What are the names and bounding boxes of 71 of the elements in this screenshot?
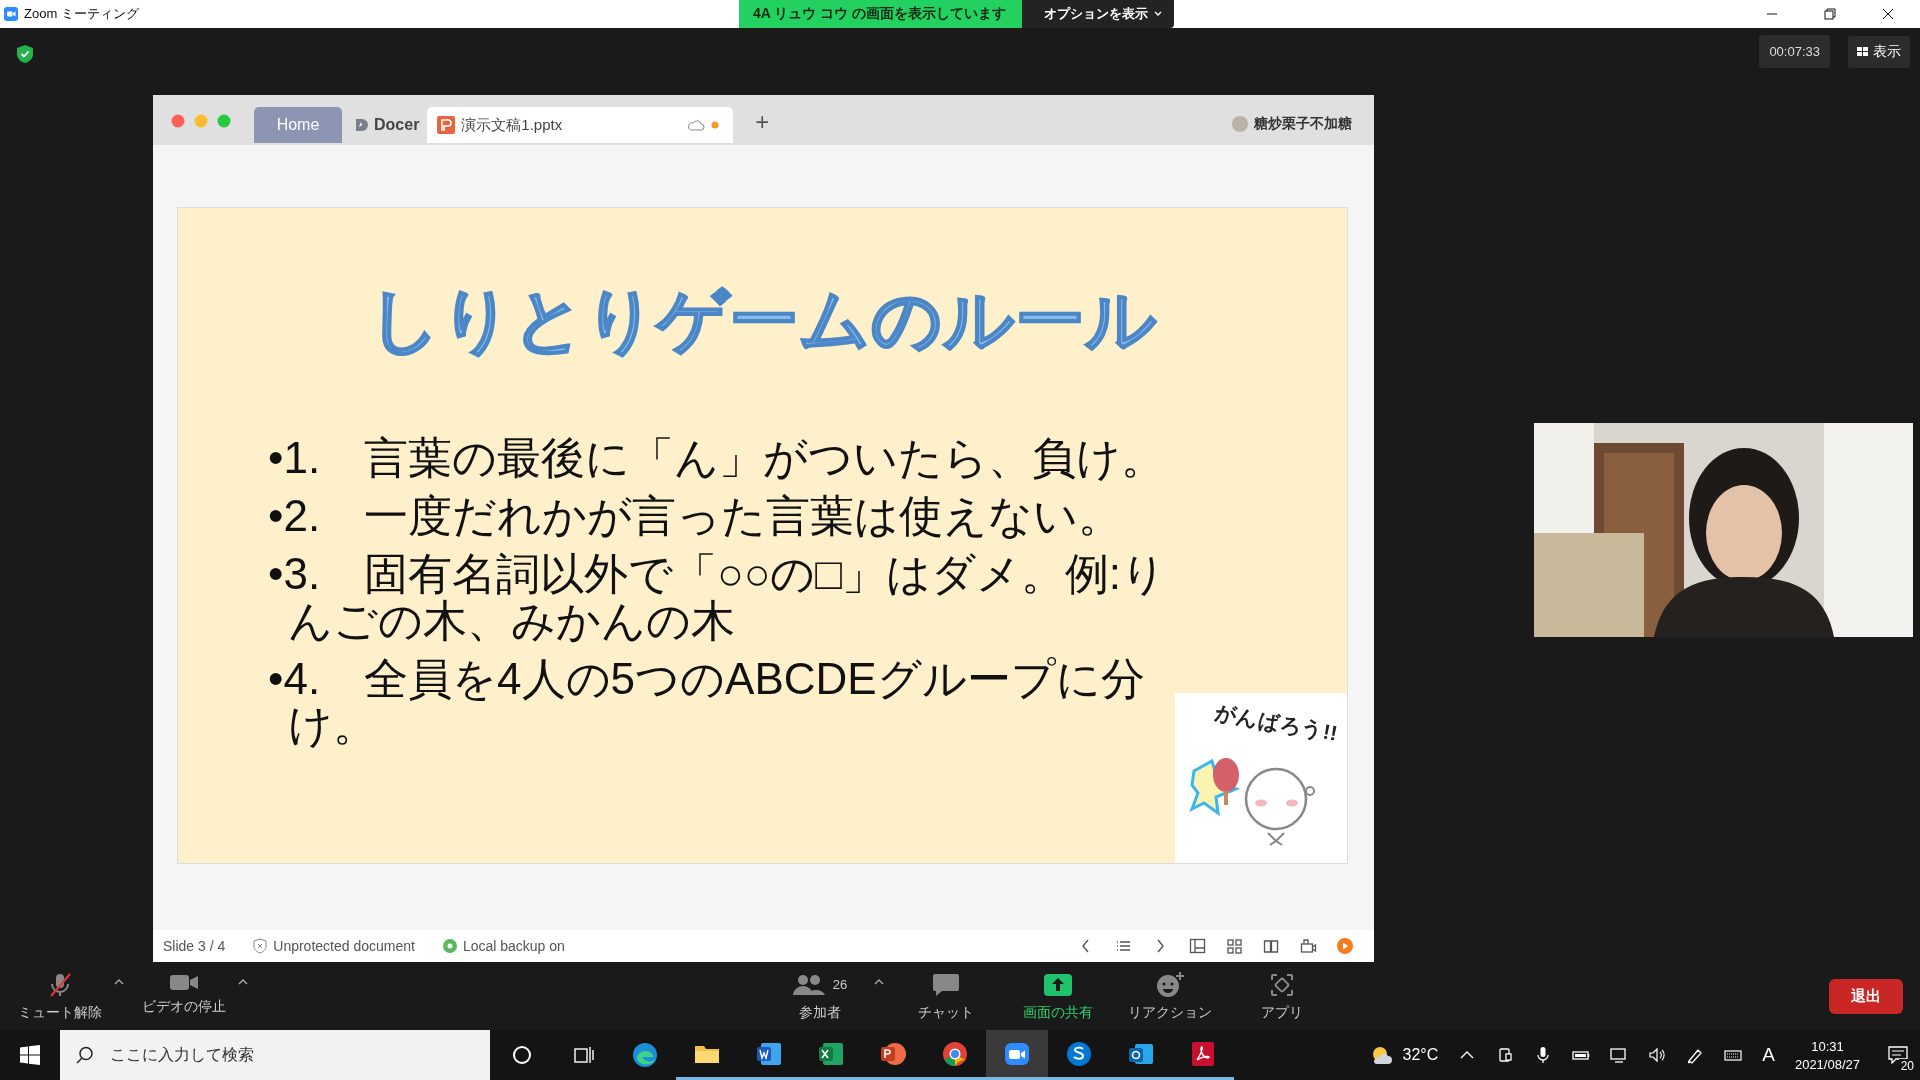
apps-icon (1269, 971, 1295, 998)
bullet-text: •3. 固有名詞以外で「○○の□」はダメ。例:りんごの木、みかんの木 (268, 551, 1168, 644)
temperature: 32°C (1402, 1046, 1439, 1064)
avatar-icon (1232, 116, 1248, 132)
new-tab-button[interactable]: + (755, 107, 770, 137)
browser-icon (941, 1039, 969, 1068)
network-icon[interactable] (1610, 1046, 1629, 1064)
grid-view-icon[interactable] (1226, 938, 1243, 954)
input-mode-indicator[interactable]: A (1762, 1044, 1775, 1066)
caret-up-icon[interactable] (114, 978, 124, 985)
windows-start-icon[interactable] (20, 1045, 40, 1065)
unsaved-dot-icon (711, 121, 720, 129)
presentation-file-icon (437, 116, 456, 134)
task-view-icon[interactable] (574, 1045, 594, 1065)
bullet-text: •1. 言葉の最後に「ん」がついたら、負け。 (268, 435, 1166, 482)
window-title: Zoom ミーティング (24, 5, 139, 23)
search-field[interactable]: ここに入力して検索 (60, 1030, 490, 1080)
clock-time[interactable]: 10:31 (1811, 1038, 1844, 1054)
caret-up-icon[interactable] (874, 978, 884, 985)
play-icon[interactable] (1337, 938, 1354, 954)
pdf-app-icon (1189, 1039, 1217, 1068)
user-name: 糖炒栗子不加糖 (1254, 115, 1352, 133)
unmute-button[interactable]: ミュート解除 (10, 970, 110, 1022)
clock-date[interactable]: 2021/08/27 (1794, 1056, 1860, 1072)
speaker-icon[interactable] (1648, 1046, 1667, 1064)
backup-status: Local backup on (462, 938, 565, 954)
shield-icon[interactable] (17, 45, 33, 63)
status-dot-icon (442, 939, 457, 953)
restore-icon[interactable] (1824, 8, 1836, 20)
share-screen-icon (1043, 972, 1073, 997)
sharing-banner: 4A リュウ コウ の画面を表示しています (739, 0, 1023, 28)
sun-cloud-icon[interactable] (1370, 1044, 1395, 1066)
list-icon[interactable] (1115, 938, 1132, 954)
options-button[interactable]: オプションを表示 (1022, 0, 1175, 28)
tab[interactable]: 演示文稿1.pptx (427, 107, 734, 143)
shield-x-icon (253, 938, 268, 954)
browser-icon (631, 1041, 659, 1069)
notification-count: 20 (1898, 1059, 1916, 1073)
view-button[interactable]: 表示 (1848, 35, 1910, 68)
caret-up-icon[interactable] (238, 978, 248, 985)
leave-button[interactable]: 退出 (1829, 978, 1903, 1014)
book-icon[interactable] (1263, 938, 1280, 954)
bullet-text: •2. 一度だれかが言った言葉は使えない。 (268, 493, 1123, 540)
smiley-plus-icon (1155, 970, 1185, 999)
close-icon[interactable] (1882, 8, 1894, 20)
people-icon (792, 972, 825, 997)
camera-icon (4, 7, 18, 21)
chat-button[interactable]: チャット (896, 970, 996, 1022)
chat-app-icon (1065, 1039, 1093, 1068)
sticker-text: がんばろう!! (1212, 699, 1340, 747)
search-icon (76, 1046, 94, 1064)
chat-bubble-icon (932, 971, 960, 998)
tab[interactable]: Docer (342, 107, 428, 143)
participants-button[interactable]: 26 参加者 (770, 970, 870, 1022)
protection-status: Unprotected document (273, 938, 415, 954)
taskbar-app-button[interactable] (986, 1030, 1048, 1080)
cortana-icon[interactable] (512, 1045, 532, 1065)
meeting-timer: 00:07:33 (1759, 35, 1830, 68)
bullet-text: •4. 全員を4人の5つのABCDEグループに分け。 (268, 655, 1146, 749)
slide-title: しりとりゲームのルール (367, 280, 1158, 359)
chevron-down-icon (1154, 11, 1163, 17)
share-button[interactable]: 画面の共有 (1008, 970, 1108, 1022)
apps-button[interactable]: アプリ (1232, 970, 1332, 1022)
slide-counter: Slide 3 / 4 (163, 938, 226, 954)
reaction-button[interactable]: リアクション (1120, 970, 1220, 1022)
cloud-icon (687, 119, 706, 131)
grid-icon (1857, 46, 1869, 57)
device-icon[interactable] (1496, 1046, 1515, 1064)
stop-video-button[interactable]: ビデオの停止 (134, 970, 234, 1016)
sidebar-layout-icon[interactable] (1189, 938, 1206, 954)
projector-icon[interactable] (1300, 938, 1317, 954)
